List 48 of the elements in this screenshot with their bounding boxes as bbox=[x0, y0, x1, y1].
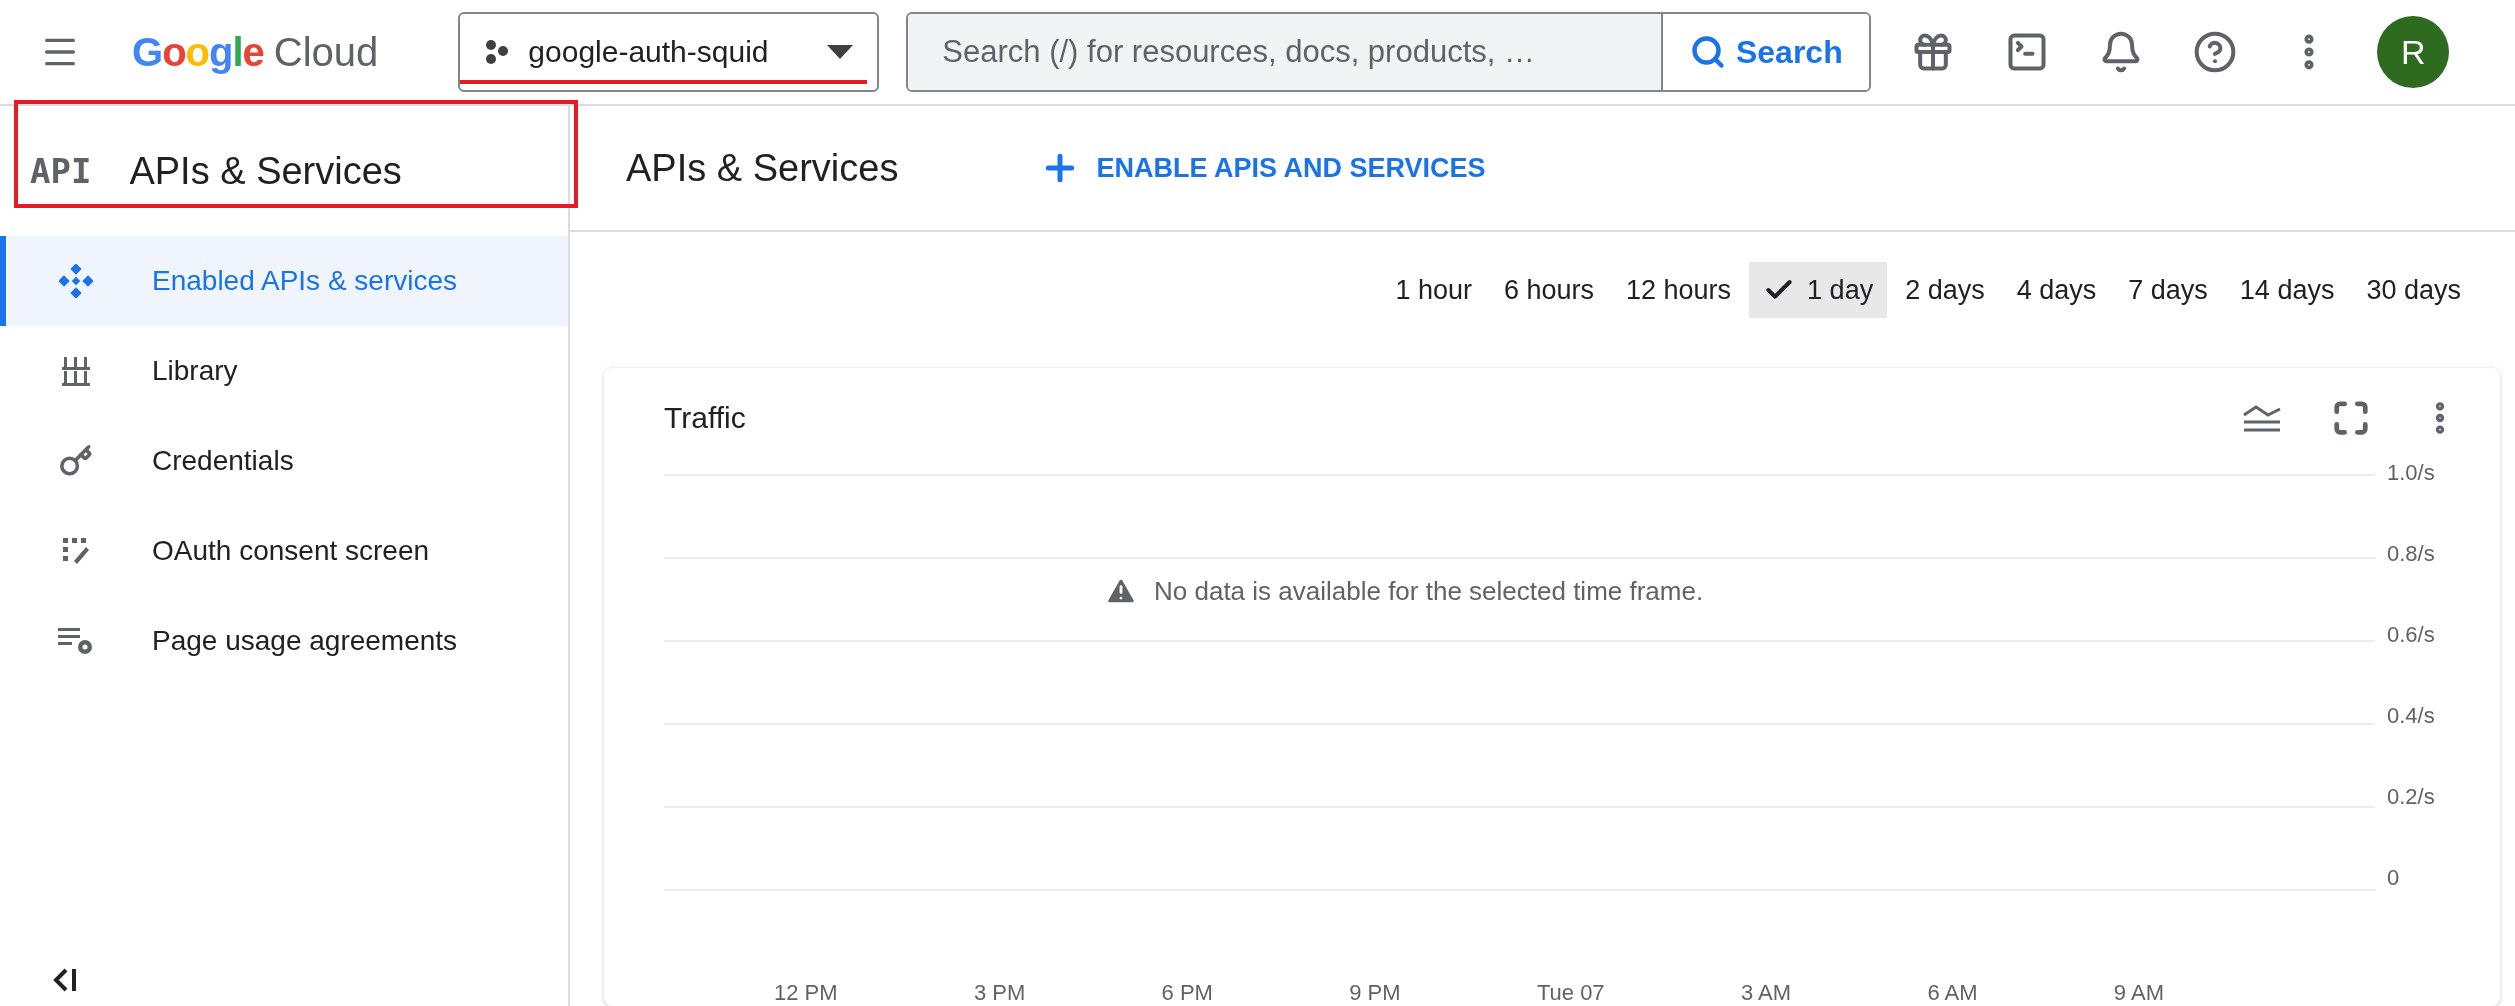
sidebar-item[interactable]: Credentials bbox=[0, 416, 568, 506]
y-axis-label: 0.6/s bbox=[2386, 622, 2436, 649]
project-picker[interactable]: google-auth-squid bbox=[458, 12, 880, 92]
sidebar-item[interactable]: Library bbox=[0, 326, 568, 416]
key-icon bbox=[59, 444, 93, 478]
search-icon bbox=[1689, 34, 1726, 70]
fullscreen-icon[interactable] bbox=[2332, 398, 2370, 438]
y-axis-label: 0.4/s bbox=[2386, 703, 2436, 730]
page-title: APIs & Services bbox=[626, 146, 899, 190]
enable-apis-button[interactable]: ENABLE APIS AND SERVICES bbox=[1034, 147, 1492, 189]
no-data-message: No data is available for the selected time frame. bbox=[1154, 575, 1704, 607]
x-axis-label: 3 AM bbox=[1740, 980, 1792, 1006]
x-axis-label: Tue 07 bbox=[1536, 980, 1605, 1006]
y-axis-label: 0 bbox=[2386, 865, 2401, 892]
sidebar-title: APIs & Services bbox=[129, 149, 402, 193]
y-axis-label: 0.2/s bbox=[2386, 784, 2436, 811]
sidebar-item[interactable]: Enabled APIs & services bbox=[0, 236, 568, 326]
search-field[interactable]: Search (/) for resources, docs, products, … Search bbox=[906, 12, 1872, 92]
time-range-option[interactable]: 30 days bbox=[2352, 262, 2475, 318]
time-range-option[interactable]: 12 hours bbox=[1612, 262, 1746, 318]
sidebar-item[interactable]: Page usage agreements bbox=[0, 596, 568, 686]
x-axis-label: 3 PM bbox=[973, 980, 1026, 1006]
dotted-pen-icon bbox=[62, 537, 90, 565]
time-range-option[interactable]: 4 days bbox=[2002, 262, 2111, 318]
search-button[interactable]: Search bbox=[1661, 14, 1870, 90]
time-range-option[interactable]: 7 days bbox=[2114, 262, 2222, 318]
x-axis-label: 6 AM bbox=[1927, 980, 1978, 1006]
diamond-grid-icon bbox=[59, 264, 93, 298]
x-axis-label: 9 PM bbox=[1349, 980, 1401, 1006]
list-settings-icon bbox=[58, 626, 94, 656]
time-range-option[interactable]: 14 days bbox=[2225, 262, 2349, 318]
sidebar-item[interactable]: OAuth consent screen bbox=[0, 506, 568, 596]
dropdown-caret-icon bbox=[827, 45, 854, 59]
x-axis-label: 6 PM bbox=[1161, 980, 1213, 1006]
help-icon[interactable] bbox=[2193, 30, 2238, 74]
api-logo: API bbox=[30, 151, 92, 191]
library-grid-icon bbox=[62, 355, 90, 387]
user-avatar[interactable]: R bbox=[2377, 16, 2450, 88]
y-axis-label: 0.8/s bbox=[2386, 541, 2436, 568]
time-range-option[interactable]: 1 hour bbox=[1381, 262, 1486, 318]
time-range-option[interactable]: 6 hours bbox=[1489, 262, 1608, 318]
x-axis-label: 12 PM bbox=[774, 980, 838, 1006]
google-cloud-logo[interactable]: Google Cloud bbox=[132, 29, 379, 75]
x-axis-label: 9 AM bbox=[2113, 980, 2164, 1006]
y-axis-label: 1.0/s bbox=[2386, 460, 2436, 487]
time-range-option[interactable]: 2 days bbox=[1891, 262, 1999, 318]
time-range-option[interactable]: 1 day bbox=[1749, 262, 1888, 318]
card-title: Traffic bbox=[664, 401, 746, 435]
